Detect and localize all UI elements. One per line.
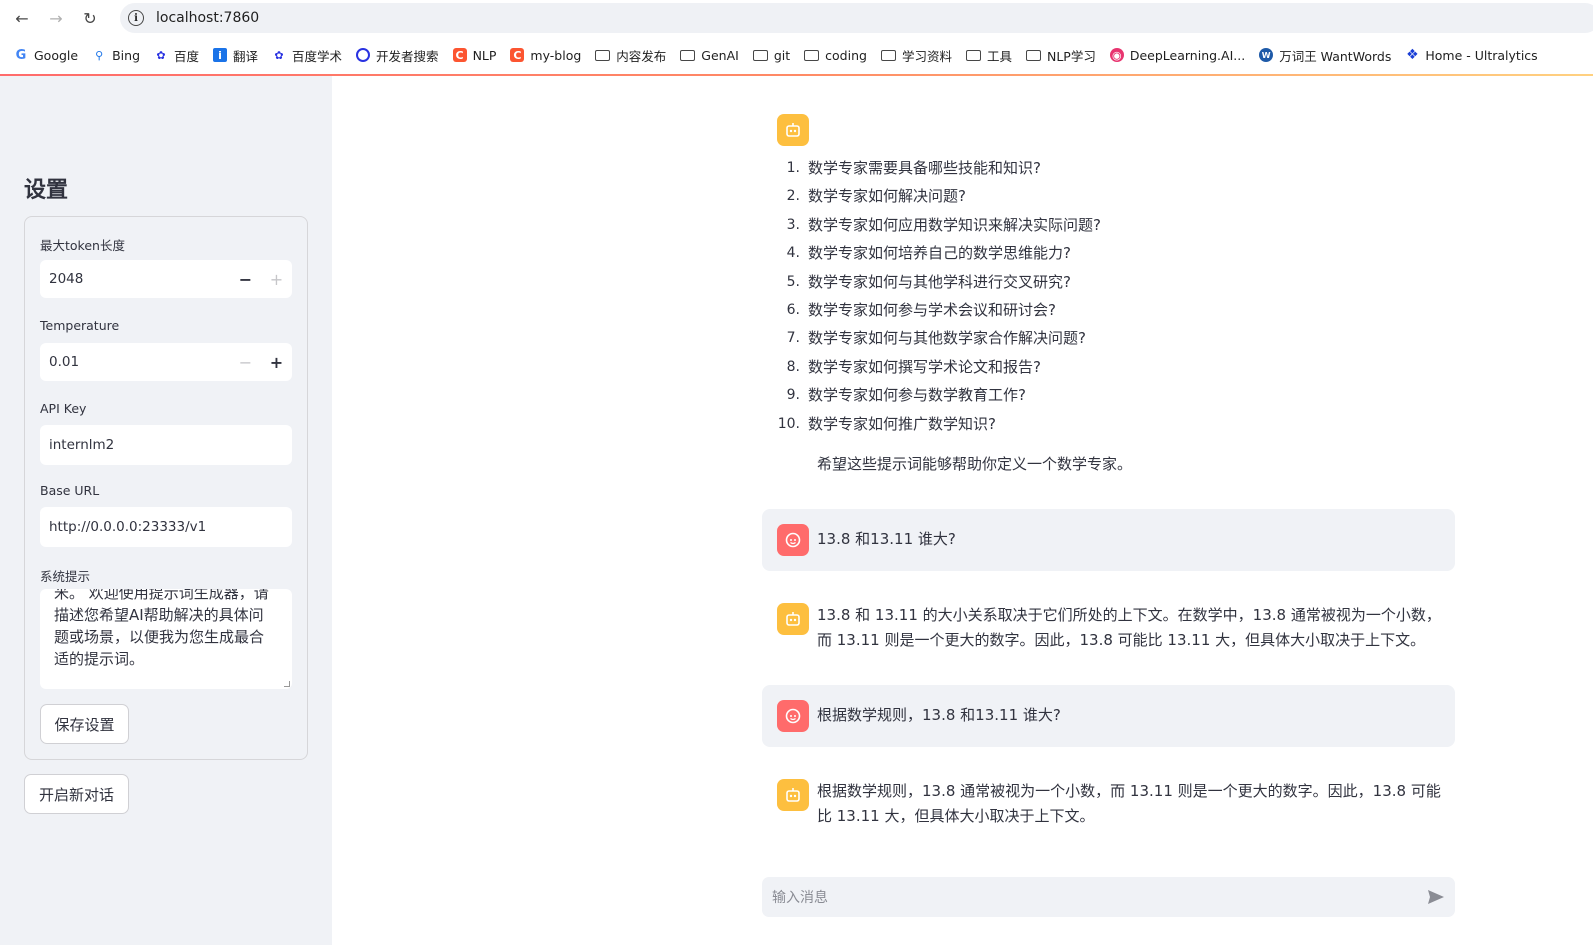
base-url-input[interactable]: http://0.0.0.0:23333/v1 <box>40 507 292 547</box>
max-token-minus-icon[interactable]: − <box>230 260 261 298</box>
user-face-icon <box>785 708 801 724</box>
temperature-minus-icon[interactable]: − <box>230 343 261 381</box>
system-prompt-label: 系统提示 <box>40 569 91 584</box>
bookmark-deeplearning-ai[interactable]: ◉ DeepLearning.AI... <box>1109 48 1245 63</box>
temperature-stepper: 0.01 − + <box>40 343 292 381</box>
list-item: 4. 数学专家如何培养自己的数学思维能力? <box>786 244 1071 263</box>
bot-message-text: 根据数学规则，13.8 通常被视为一个小数，而 13.11 则是一个更大的数字。… <box>817 782 1441 825</box>
user-face-icon <box>785 532 801 548</box>
forward-arrow-icon[interactable]: → <box>44 6 68 30</box>
user-message-text: 13.8 和13.11 谁大? <box>817 530 956 548</box>
bot-avatar <box>777 603 809 635</box>
bookmark-translate[interactable]: i 翻译 <box>213 46 258 65</box>
back-arrow-icon[interactable]: ← <box>10 6 34 30</box>
list-item: 7. 数学专家如何与其他数学家合作解决问题? <box>786 329 1086 348</box>
bot-closing-text: 希望这些提示词能够帮助你定义一个数学专家。 <box>817 455 1133 473</box>
base-url-label: Base URL <box>40 483 100 498</box>
browser-toolbar: ← → ↻ i localhost:7860 <box>0 0 1593 36</box>
folder-icon <box>804 49 820 61</box>
bookmark-nlp-study[interactable]: NLP学习 <box>1025 46 1096 65</box>
max-token-plus-icon[interactable]: + <box>261 260 292 298</box>
user-avatar <box>777 700 809 732</box>
list-item: 2. 数学专家如何解决问题? <box>786 187 966 206</box>
folder-icon <box>965 49 981 61</box>
list-item: 8. 数学专家如何撰写学术论文和报告? <box>786 357 1041 376</box>
ultralytics-icon: ❖ <box>1406 47 1419 63</box>
list-item: 10. 数学专家如何推广数学知识? <box>777 414 996 433</box>
bookmark-nlp[interactable]: C NLP <box>452 48 496 63</box>
bookmark-tools[interactable]: 工具 <box>965 46 1012 65</box>
prompt-suggestion-list: 1. 数学专家需要具备哪些技能和知识? 2. 数学专家如何解决问题? 3. 数学专家如… <box>777 159 1101 444</box>
max-token-stepper: 2048 − + <box>40 260 292 298</box>
list-item: 9. 数学专家如何参与数学教育工作? <box>786 386 1026 405</box>
bot-avatar <box>777 114 809 146</box>
chat-area: 1. 数学专家需要具备哪些技能和知识? 2. 数学专家如何解决问题? 3. 数学专家如… <box>332 76 1593 945</box>
search-icon: ⚲ <box>95 48 104 62</box>
csdn-icon: C <box>452 48 467 62</box>
bookmark-study-materials[interactable]: 学习资料 <box>880 46 952 65</box>
chat-input-placeholder: 输入消息 <box>772 890 828 906</box>
folder-icon <box>752 49 768 61</box>
wantwords-icon: W <box>1259 48 1274 62</box>
api-key-label: API Key <box>40 401 87 416</box>
settings-form: 最大token长度 2048 − + Temperature 0.01 − + … <box>24 216 308 760</box>
sidebar: 设置 最大token长度 2048 − + Temperature 0.01 −… <box>0 76 332 945</box>
chat-input[interactable]: 输入消息 <box>762 877 1455 917</box>
deeplearning-ai-icon: ◉ <box>1109 48 1124 62</box>
temperature-label: Temperature <box>40 318 120 333</box>
bookmark-baidu-scholar[interactable]: ✿ 百度学术 <box>272 46 342 65</box>
temperature-plus-icon[interactable]: + <box>261 343 292 381</box>
bookmark-baidu[interactable]: ✿ 百度 <box>154 46 199 65</box>
translate-icon: i <box>213 48 228 62</box>
bookmark-ultralytics[interactable]: ❖ Home - Ultralytics <box>1405 47 1538 63</box>
bot-avatar <box>777 779 809 811</box>
folder-icon <box>595 49 611 61</box>
bookmark-dev-search[interactable]: 开发者搜索 <box>356 46 439 65</box>
site-info-icon[interactable]: i <box>128 10 144 26</box>
save-settings-button[interactable]: 保存设置 <box>40 704 129 744</box>
temperature-value[interactable]: 0.01 <box>40 354 230 370</box>
bookmark-wantwords[interactable]: W 万词王 WantWords <box>1259 46 1391 65</box>
send-icon[interactable] <box>1427 888 1445 906</box>
folder-icon <box>1025 49 1041 61</box>
dev-search-icon <box>356 48 371 62</box>
bookmark-coding[interactable]: coding <box>804 48 867 63</box>
bookmark-genai[interactable]: GenAI <box>680 48 739 63</box>
list-item: 3. 数学专家如何应用数学知识来解决实际问题? <box>786 215 1101 234</box>
system-prompt-text: 米。 欢迎使用提示词生成器，请描述您希望AI帮助解决的具体问题或场景，以便我为您… <box>54 589 269 668</box>
resize-handle-icon[interactable] <box>284 681 290 687</box>
google-icon: G <box>15 47 27 63</box>
baidu-paw-icon: ✿ <box>274 48 284 62</box>
folder-icon <box>680 49 696 61</box>
bookmark-bing[interactable]: ⚲ Bing <box>92 48 140 63</box>
csdn-icon: C <box>510 48 525 62</box>
api-key-input[interactable]: internlm2 <box>40 425 292 465</box>
system-prompt-textarea[interactable]: 米。 欢迎使用提示词生成器，请描述您希望AI帮助解决的具体问题或场景，以便我为您… <box>40 589 292 689</box>
new-chat-button[interactable]: 开启新对话 <box>24 774 129 814</box>
list-item: 5. 数学专家如何与其他学科进行交叉研究? <box>786 272 1071 291</box>
list-item: 1. 数学专家需要具备哪些技能和知识? <box>786 159 1041 177</box>
bookmarks-bar: G Google ⚲ Bing ✿ 百度 i 翻译 ✿ 百度学术 开发者搜索 C NLP C… <box>0 36 1593 74</box>
max-token-label: 最大token长度 <box>40 238 125 253</box>
robot-icon <box>786 123 800 137</box>
robot-icon <box>786 612 800 626</box>
bookmark-google[interactable]: G Google <box>14 48 78 63</box>
folder-icon <box>880 49 896 61</box>
user-message: 根据数学规则，13.8 和13.11 谁大? <box>762 685 1455 747</box>
bookmark-my-blog[interactable]: Cmy-blog <box>510 48 581 63</box>
bot-message-text: 13.8 和 13.11 的大小关系取决于它们所处的上下文。在数学中，13.8 … <box>817 606 1441 649</box>
user-message-text: 根据数学规则，13.8 和13.11 谁大? <box>817 706 1061 724</box>
baidu-paw-icon: ✿ <box>156 48 166 62</box>
robot-icon <box>786 788 800 802</box>
sidebar-title: 设置 <box>24 178 69 203</box>
url-text: localhost:7860 <box>156 10 260 26</box>
user-avatar <box>777 524 809 556</box>
user-message: 13.8 和13.11 谁大? <box>762 509 1455 571</box>
list-item: 6. 数学专家如何参与学术会议和研讨会? <box>786 300 1056 319</box>
address-bar[interactable]: i localhost:7860 <box>120 3 1593 33</box>
max-token-value[interactable]: 2048 <box>40 271 230 287</box>
reload-icon[interactable]: ↻ <box>78 6 102 30</box>
bookmark-git[interactable]: git <box>752 48 790 63</box>
bookmark-content-publish[interactable]: 内容发布 <box>595 46 666 65</box>
